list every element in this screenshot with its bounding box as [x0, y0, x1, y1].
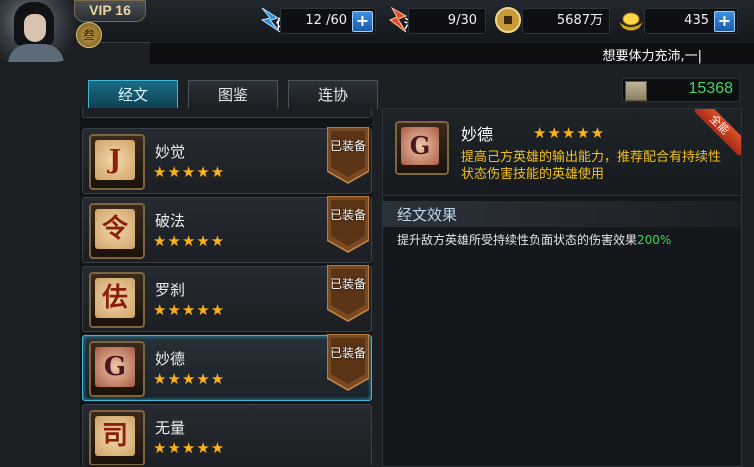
ticker-text: 想要体力充沛,一|: [602, 49, 702, 64]
avatar-face: [24, 14, 46, 42]
scripture-list[interactable]: J 妙觉 ★★★★★ 已装备 令 破法 ★★★★★ 已装备 佉 罗刹 ★★★★★…: [80, 108, 372, 465]
detail-description: 提高己方英雄的输出能力，推荐配合有持续性状态伤害技能的英雄使用: [461, 150, 722, 182]
tab-scriptures[interactable]: 经文: [88, 80, 178, 110]
list-item-miaode[interactable]: G 妙德 ★★★★★ 已装备: [82, 333, 372, 401]
copper-coin-icon: [494, 6, 524, 36]
equipped-banner: 已装备: [326, 126, 370, 185]
avatar-robe: [8, 44, 64, 62]
category-ribbon: 全能: [695, 109, 741, 155]
scripture-icon: J: [89, 134, 145, 190]
item-name: 妙德: [155, 350, 186, 368]
equipped-banner: 已装备: [326, 333, 370, 392]
add-gold-button[interactable]: +: [714, 11, 735, 32]
item-name: 无量: [155, 419, 186, 437]
gold-ingot-icon: [616, 6, 646, 36]
star-rating: ★★★★★: [153, 232, 226, 250]
equipped-banner: 已装备: [326, 264, 370, 323]
scripture-icon: 司: [89, 410, 145, 465]
effect-value: 200%: [637, 233, 672, 247]
list-item-pofa[interactable]: 令 破法 ★★★★★ 已装备: [82, 195, 372, 263]
detail-scripture-icon: G: [395, 121, 449, 175]
star-rating: ★★★★★: [153, 439, 226, 457]
item-name: 妙觉: [155, 143, 186, 161]
detail-name: 妙德: [461, 125, 494, 144]
equipped-banner: 已装备: [326, 195, 370, 254]
score-box: 15368: [622, 78, 740, 102]
star-rating: ★★★★★: [153, 163, 226, 181]
tab-combos[interactable]: 连协: [288, 80, 378, 109]
scripture-icon: 佉: [89, 272, 145, 328]
list-item-partial[interactable]: [82, 108, 372, 118]
detail-star-rating: ★★★★★: [533, 124, 606, 142]
rank-badge: 叁: [76, 22, 102, 48]
list-item-miaojue[interactable]: J 妙觉 ★★★★★ 已装备: [82, 126, 372, 194]
tab-codex[interactable]: 图鉴: [188, 80, 278, 109]
add-stamina-button[interactable]: +: [352, 11, 373, 32]
vip-badge[interactable]: VIP 16: [74, 0, 146, 22]
effect-section-header: 经文效果: [383, 201, 741, 227]
effect-description: 提升敌方英雄所受持续性负面状态的伤害效果200%: [397, 233, 672, 247]
item-name: 罗刹: [155, 281, 186, 299]
scripture-detail-panel: G 妙德 ★★★★★ 提高己方英雄的输出能力，推荐配合有持续性状态伤害技能的英雄…: [382, 108, 742, 467]
vigor-counter: 9/30: [408, 8, 486, 34]
list-item-luocha[interactable]: 佉 罗刹 ★★★★★ 已装备: [82, 264, 372, 332]
scripture-icon: G: [89, 341, 145, 397]
scroll-icon: [625, 81, 647, 101]
copper-counter: 5687万: [522, 8, 610, 34]
list-item-wuliang[interactable]: 司 无量 ★★★★★: [82, 404, 372, 465]
player-avatar[interactable]: [0, 0, 76, 62]
stamina-counter: 12 /60 +: [280, 8, 376, 34]
scripture-icon: 令: [89, 203, 145, 259]
item-name: 破法: [155, 212, 186, 230]
star-rating: ★★★★★: [153, 301, 226, 319]
star-rating: ★★★★★: [153, 370, 226, 388]
score-value: 15368: [688, 80, 734, 97]
gold-counter: 435 +: [644, 8, 738, 34]
news-ticker: 想要体力充沛,一|: [150, 42, 754, 64]
detail-header: G 妙德 ★★★★★ 提高己方英雄的输出能力，推荐配合有持续性状态伤害技能的英雄…: [383, 109, 741, 196]
